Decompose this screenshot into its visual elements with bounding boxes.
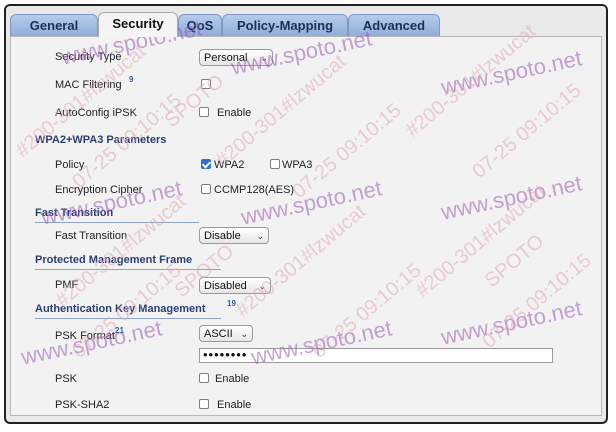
- autoconfig-ipsk-enable-label: Enable: [217, 107, 252, 119]
- wlan-edit-dialog: General Security QoS Policy-Mapping Adva…: [4, 4, 608, 424]
- fast-transition-divider: [35, 222, 199, 223]
- tab-general[interactable]: General: [10, 14, 98, 36]
- psk-sha2-checkbox[interactable]: [199, 399, 209, 409]
- mac-filtering-label: MAC Filtering: [55, 79, 122, 91]
- chevron-down-icon: ⌄: [260, 53, 268, 63]
- pmf-label: PMF: [55, 279, 79, 291]
- tab-advanced[interactable]: Advanced: [348, 14, 440, 36]
- security-type-label: Security Type: [55, 51, 122, 63]
- psk-format-label: PSK Format: [55, 330, 115, 342]
- fast-transition-value: Disable: [204, 230, 241, 242]
- akm-heading: Authentication Key Management: [35, 303, 206, 315]
- mac-filtering-help-link[interactable]: 9: [129, 75, 133, 84]
- psk-format-help-link[interactable]: 21: [115, 326, 124, 335]
- wpa-parameters-heading: WPA2+WPA3 Parameters: [35, 134, 167, 146]
- policy-label: Policy: [55, 159, 85, 171]
- psk-format-value: ASCII: [204, 328, 233, 340]
- encryption-cipher-label: Encryption Cipher: [55, 184, 143, 196]
- psk-format-select[interactable]: ASCII ⌄: [199, 325, 253, 342]
- tab-policy-mapping[interactable]: Policy-Mapping: [222, 14, 348, 36]
- psk-password-input[interactable]: ••••••••: [199, 348, 553, 363]
- psk-sha2-label: PSK-SHA2: [55, 399, 110, 411]
- chevron-down-icon: ⌄: [240, 329, 248, 339]
- autoconfig-ipsk-checkbox[interactable]: [199, 107, 209, 117]
- ccmp128-checkbox[interactable]: [201, 184, 211, 194]
- psk-enable-label: Enable: [215, 373, 250, 385]
- fast-transition-label: Fast Transition: [55, 230, 128, 242]
- fast-transition-select[interactable]: Disable ⌄: [199, 227, 269, 244]
- pmf-heading: Protected Management Frame: [35, 254, 193, 266]
- wpa2-checkbox[interactable]: [201, 159, 211, 169]
- tab-security[interactable]: Security: [98, 12, 178, 37]
- psk-checkbox[interactable]: [199, 373, 209, 383]
- akm-help-link[interactable]: 19: [227, 299, 236, 308]
- chevron-down-icon: ⌄: [258, 281, 266, 291]
- psk-label: PSK: [55, 373, 78, 385]
- mac-filtering-checkbox[interactable]: [201, 79, 211, 89]
- fast-transition-heading: Fast Transition: [35, 207, 114, 219]
- security-panel: Security Type Personal ⌄ MAC Filtering 9…: [10, 36, 602, 416]
- wpa2-label: WPA2: [214, 159, 245, 171]
- ccmp128-label: CCMP128(AES): [214, 184, 295, 196]
- akm-divider: [35, 318, 221, 319]
- pmf-divider: [35, 269, 221, 270]
- pmf-value: Disabled: [204, 280, 247, 292]
- security-type-select[interactable]: Personal ⌄: [199, 49, 273, 66]
- tab-bar: General Security QoS Policy-Mapping Adva…: [6, 6, 606, 37]
- tab-qos[interactable]: QoS: [178, 14, 222, 36]
- wpa3-label: WPA3: [282, 159, 313, 171]
- pmf-select[interactable]: Disabled ⌄: [199, 277, 271, 294]
- security-type-value: Personal: [204, 52, 248, 64]
- psk-sha2-enable-label: Enable: [217, 399, 252, 411]
- chevron-down-icon: ⌄: [256, 231, 264, 241]
- autoconfig-ipsk-label: AutoConfig iPSK: [55, 107, 137, 119]
- wpa3-checkbox[interactable]: [270, 159, 280, 169]
